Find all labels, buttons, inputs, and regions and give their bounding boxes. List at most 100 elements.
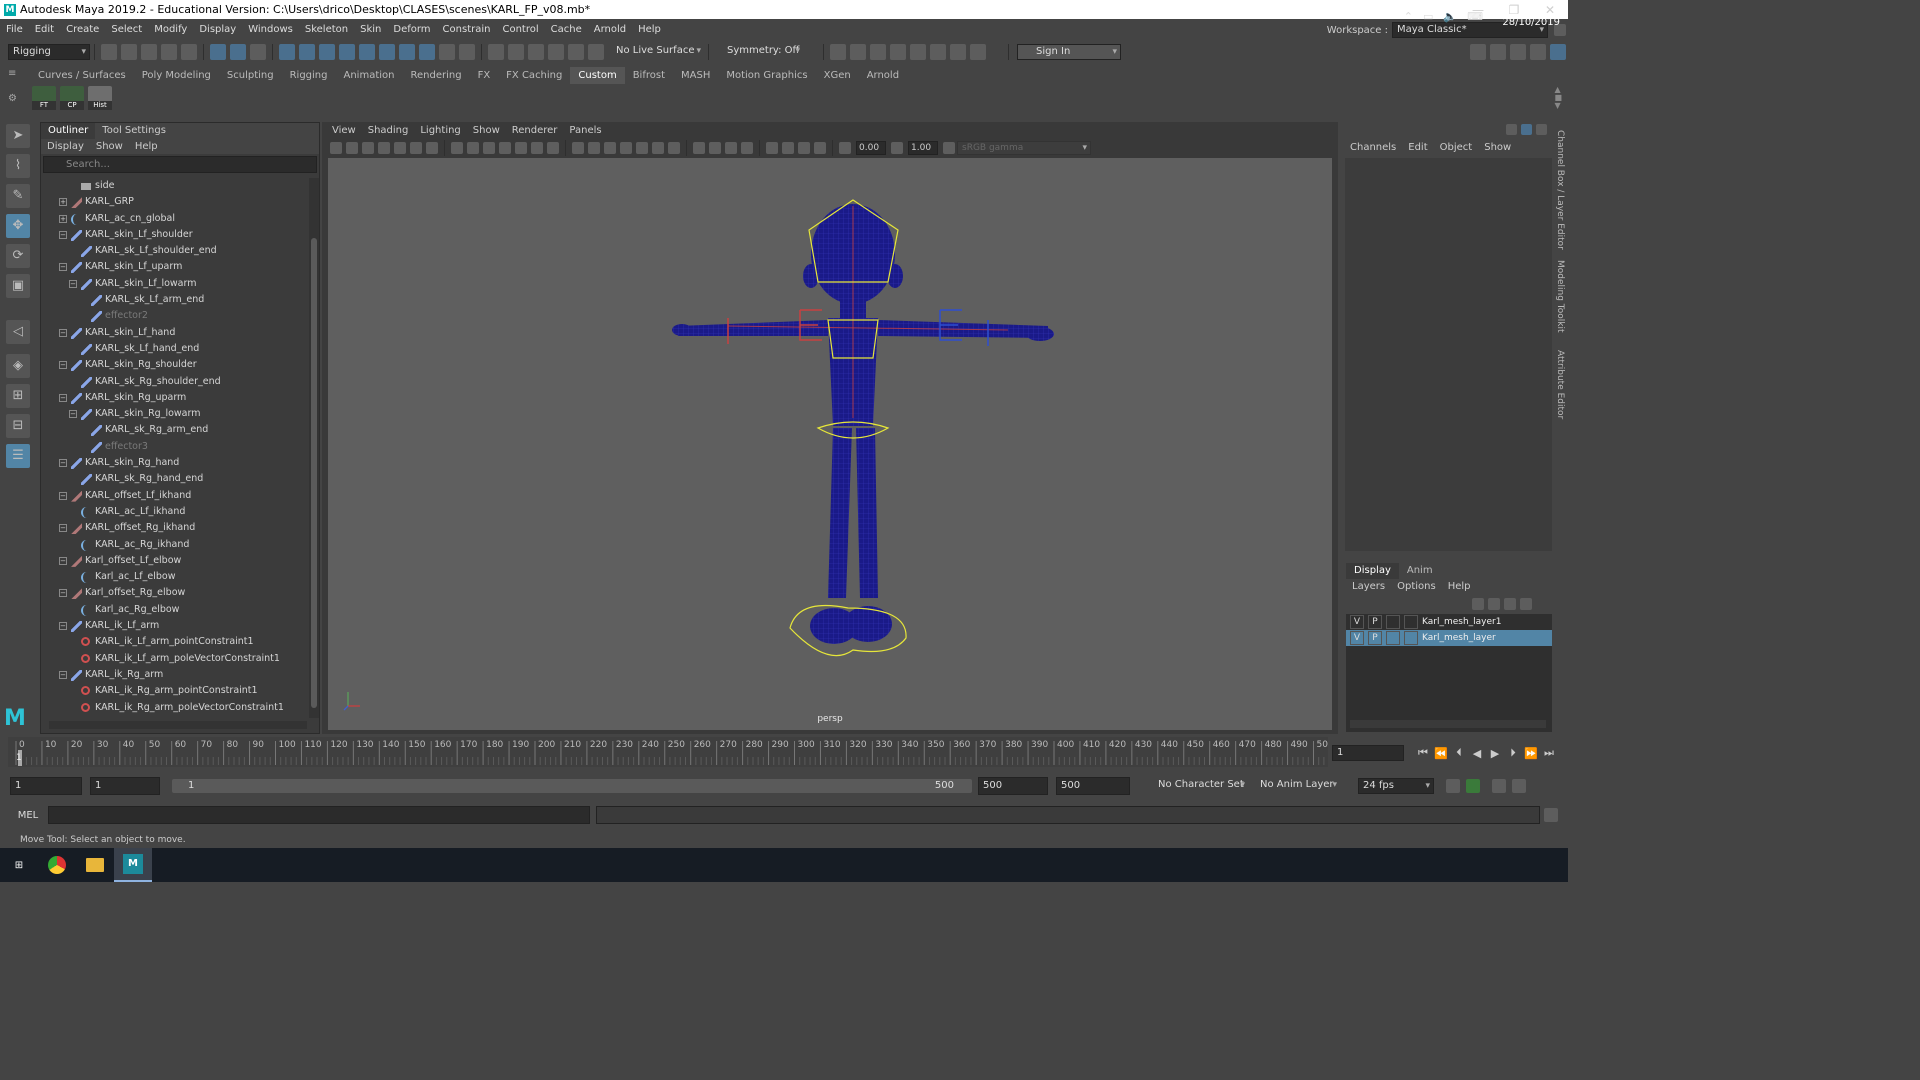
single-view-icon[interactable]: ◈	[6, 354, 30, 378]
step-back-frame-icon[interactable]: ⏴	[1450, 746, 1468, 760]
four-view-icon[interactable]: ⊞	[6, 384, 30, 408]
play-backwards-icon[interactable]: ◀	[1468, 747, 1486, 760]
snap-grid-icon[interactable]	[488, 44, 504, 60]
safe-title-icon[interactable]	[547, 142, 559, 154]
shelf-tab-fx-caching[interactable]: FX Caching	[498, 67, 570, 84]
outliner-item[interactable]: KARL_ac_Lf_ikhand	[41, 504, 309, 520]
menu-windows[interactable]: Windows	[242, 19, 299, 41]
viewport-3d-scene[interactable]: persp	[328, 158, 1332, 730]
pause-icon[interactable]	[970, 44, 986, 60]
camera-lock-icon[interactable]	[346, 142, 358, 154]
shelf-tab-rendering[interactable]: Rendering	[402, 67, 469, 84]
textured-icon[interactable]	[636, 142, 648, 154]
outliner-item[interactable]: effector2	[41, 308, 309, 324]
two-d-pan-icon[interactable]	[410, 142, 422, 154]
select-misc-icon[interactable]	[419, 44, 435, 60]
viewport-menu-view[interactable]: View	[326, 122, 362, 140]
chrome-icon[interactable]	[38, 848, 76, 882]
collapse-icon[interactable]: −	[59, 459, 67, 468]
render-frame-icon[interactable]	[850, 44, 866, 60]
freeze-transform-button[interactable]: FT	[32, 86, 56, 110]
viewport-menu-show[interactable]: Show	[467, 122, 506, 140]
grid-icon[interactable]	[451, 142, 463, 154]
screen-space-ao-icon[interactable]	[693, 142, 705, 154]
use-all-lights-icon[interactable]	[652, 142, 664, 154]
wireframe-on-shaded-icon[interactable]	[620, 142, 632, 154]
collapse-icon[interactable]: −	[59, 328, 67, 337]
default-material-icon[interactable]	[604, 142, 616, 154]
outliner-item[interactable]: − KARL_skin_Rg_lowarm	[41, 406, 309, 422]
file-explorer-icon[interactable]	[76, 848, 114, 882]
menu-file[interactable]: File	[0, 19, 29, 41]
layer-row[interactable]: V P Karl_mesh_layer	[1346, 630, 1552, 646]
layer-visibility-toggle[interactable]: V	[1350, 631, 1364, 645]
new-layer-selected-icon[interactable]	[1520, 598, 1532, 610]
viewport-menu-lighting[interactable]: Lighting	[414, 122, 466, 140]
paint-select-icon[interactable]: ✎	[6, 184, 30, 208]
hyper-icon[interactable]	[1536, 124, 1547, 135]
lasso-tool-icon[interactable]: ⌇	[6, 154, 30, 178]
channel-box-icon[interactable]	[1550, 44, 1566, 60]
outliner-item[interactable]: KARL_sk_Rg_arm_end	[41, 422, 309, 438]
outliner-item[interactable]: KARL_ac_Rg_ikhand	[41, 537, 309, 553]
network-icon[interactable]: ▭	[1423, 10, 1433, 23]
camera-select-icon[interactable]	[330, 142, 342, 154]
start-time-field[interactable]: 1	[10, 777, 82, 795]
tab-tool-settings[interactable]: Tool Settings	[95, 123, 173, 139]
anti-aliasing-icon[interactable]	[725, 142, 737, 154]
layer-playback-toggle[interactable]: P	[1368, 615, 1382, 629]
new-scene-icon[interactable]	[101, 44, 117, 60]
select-component-icon[interactable]	[250, 44, 266, 60]
playback-start-field[interactable]: 1	[90, 777, 160, 795]
outliner-item[interactable]: KARL_ik_Rg_arm_poleVectorConstraint1	[41, 700, 309, 716]
collapse-icon[interactable]: −	[59, 556, 67, 565]
windows-start-icon[interactable]: ⊞	[0, 848, 38, 882]
gamma-field[interactable]: 1.00	[908, 141, 938, 155]
gamma-icon[interactable]	[891, 142, 903, 154]
field-chart-icon[interactable]	[515, 142, 527, 154]
menu-select[interactable]: Select	[105, 19, 148, 41]
menu-help[interactable]: Help	[632, 19, 667, 41]
channel-menu-edit[interactable]: Edit	[1402, 140, 1433, 156]
select-object-icon[interactable]	[230, 44, 246, 60]
outliner-item[interactable]: − KARL_skin_Lf_lowarm	[41, 276, 309, 292]
outliner-item[interactable]: + KARL_ac_cn_global	[41, 211, 309, 227]
shelf-tab-curves-surfaces[interactable]: Curves / Surfaces	[30, 67, 134, 84]
snap-point-icon[interactable]	[528, 44, 544, 60]
range-bar[interactable]: 1 500	[172, 779, 972, 793]
outliner-item[interactable]: + KARL_GRP	[41, 194, 309, 210]
collapse-icon[interactable]: −	[59, 524, 67, 533]
channel-menu-channels[interactable]: Channels	[1344, 140, 1402, 156]
resolution-gate-icon[interactable]	[483, 142, 495, 154]
highlight-icon[interactable]	[459, 44, 475, 60]
live-surface-field[interactable]: No Live Surface	[612, 44, 704, 60]
move-tool-icon[interactable]: ✥	[6, 214, 30, 238]
shelf-tab-poly-modeling[interactable]: Poly Modeling	[134, 67, 219, 84]
shelf-tab-xgen[interactable]: XGen	[816, 67, 859, 84]
outliner-item[interactable]: effector3	[41, 439, 309, 455]
outliner-item[interactable]: side	[41, 178, 309, 194]
maya-taskbar-icon[interactable]: M	[114, 848, 152, 882]
snap-view-icon[interactable]	[568, 44, 584, 60]
shelf-tab-bifrost[interactable]: Bifrost	[625, 67, 673, 84]
collapse-icon[interactable]: −	[59, 230, 67, 239]
delete-history-button[interactable]: Hist	[88, 86, 112, 110]
step-forward-key-icon[interactable]: ⏩	[1522, 747, 1540, 760]
snap-live-icon[interactable]	[588, 44, 604, 60]
select-hierarchy-icon[interactable]	[210, 44, 226, 60]
viewport-menu-renderer[interactable]: Renderer	[506, 122, 564, 140]
outliner-vscroll[interactable]	[309, 178, 319, 718]
outliner-item[interactable]: − KARL_ik_Lf_arm	[41, 618, 309, 634]
shelf-menu-icon[interactable]: ≡	[8, 68, 24, 79]
outliner-item[interactable]: − KARL_offset_Rg_ikhand	[41, 520, 309, 536]
menu-skeleton[interactable]: Skeleton	[299, 19, 354, 41]
shelf-tab-motion-graphics[interactable]: Motion Graphics	[718, 67, 815, 84]
auto-key-icon[interactable]	[1466, 779, 1480, 793]
snap-projected-icon[interactable]	[548, 44, 564, 60]
speed-icon[interactable]	[1521, 124, 1532, 135]
outliner-item[interactable]: KARL_sk_Rg_shoulder_end	[41, 374, 309, 390]
tool-settings-icon[interactable]	[1530, 44, 1546, 60]
outliner-item[interactable]: − KARL_offset_Lf_ikhand	[41, 488, 309, 504]
exposure-icon[interactable]	[839, 142, 851, 154]
outliner-item[interactable]: KARL_sk_Lf_arm_end	[41, 292, 309, 308]
